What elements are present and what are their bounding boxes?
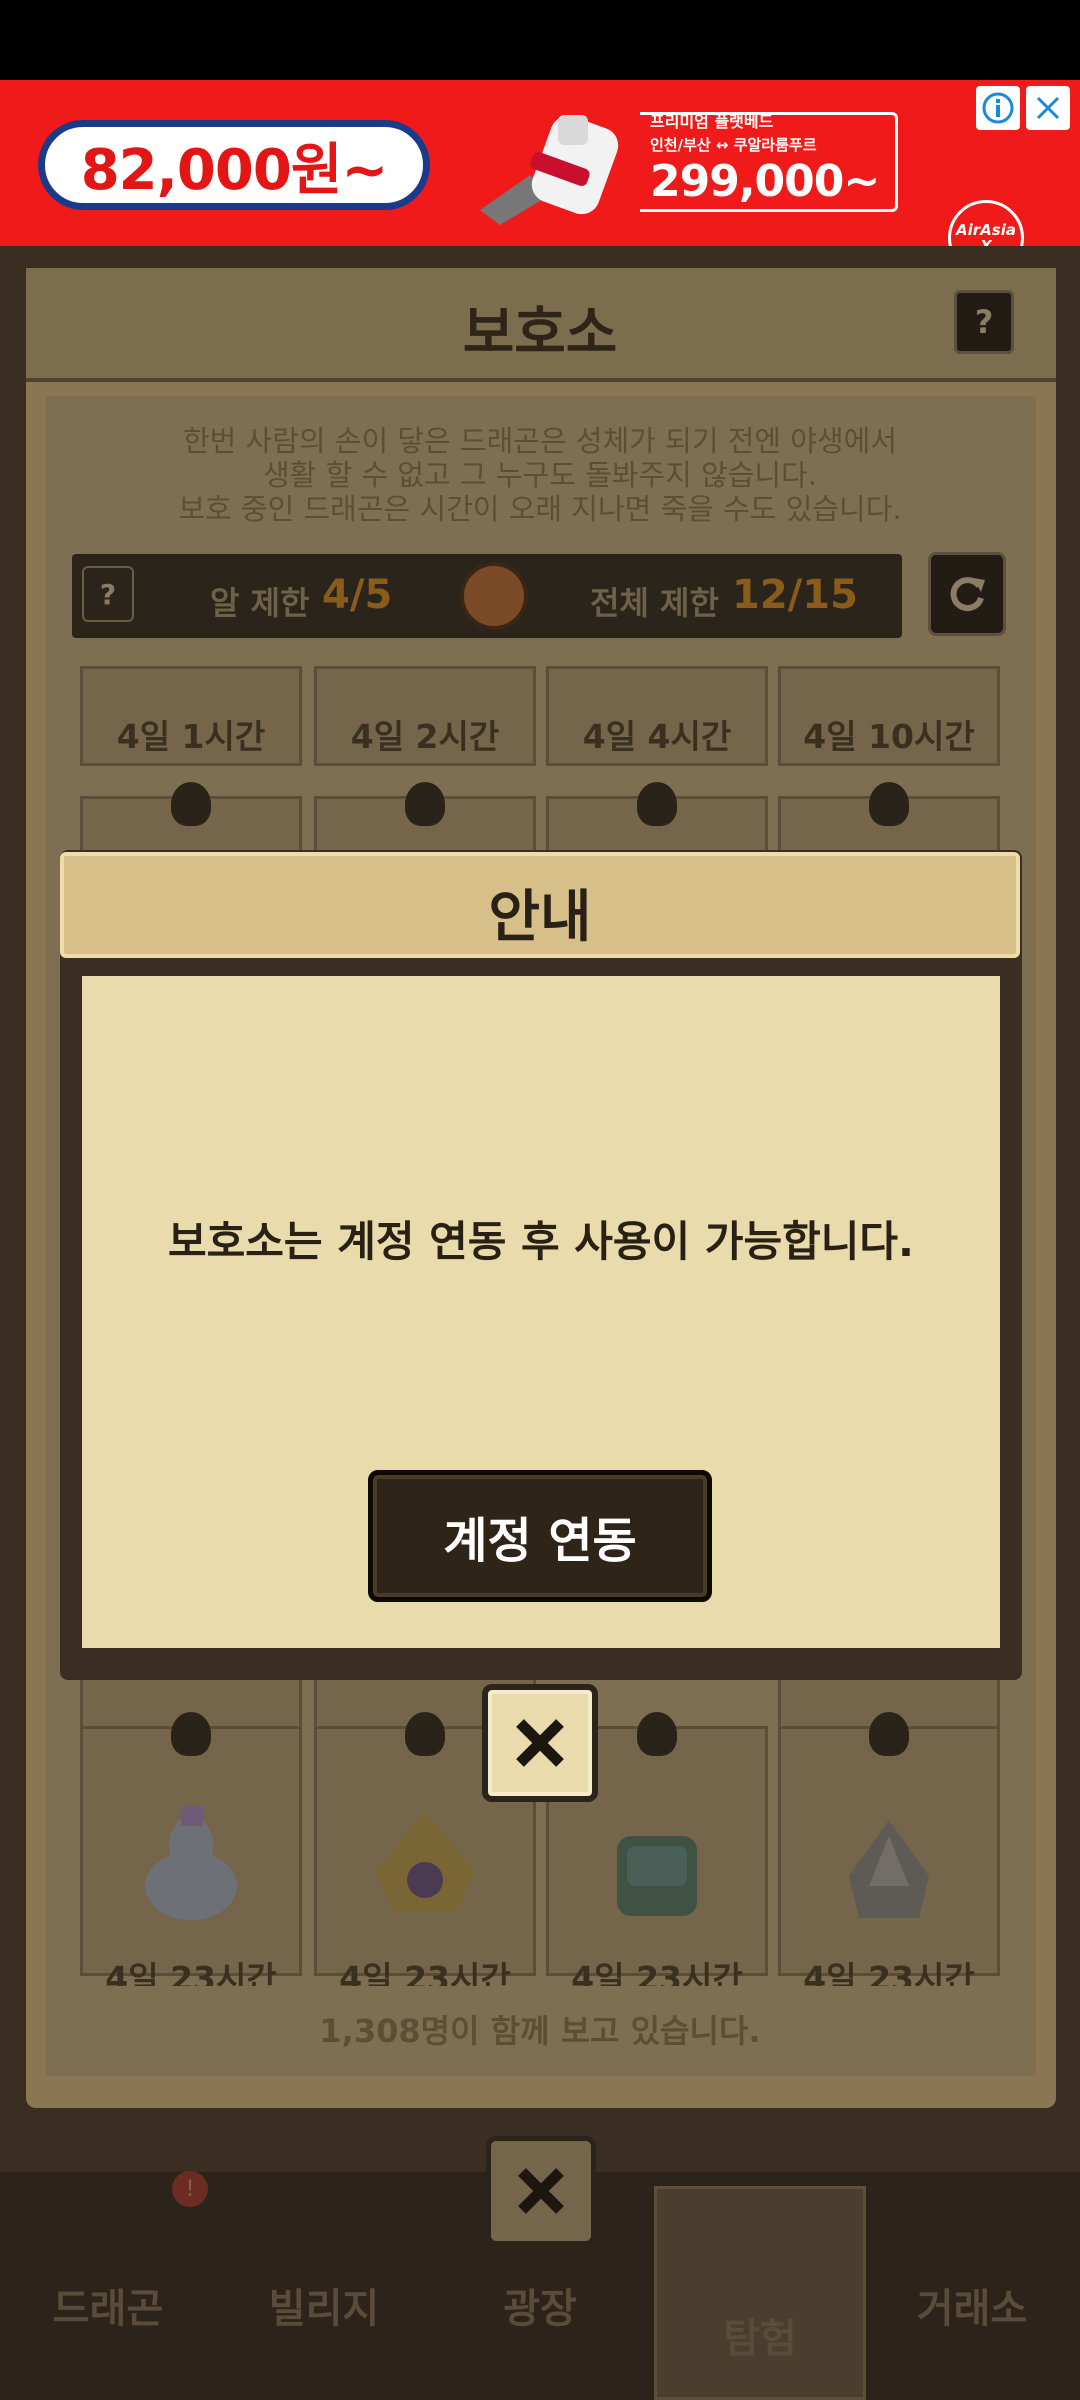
dragon-golden-icon xyxy=(375,1812,475,1912)
dragon-card-time: 4일 4시간 xyxy=(582,717,732,756)
dragon-green-icon xyxy=(617,1836,697,1916)
egg-limit-value: 4/5 xyxy=(322,572,393,618)
pin-icon xyxy=(869,782,909,826)
shelter-help-button[interactable]: ? xyxy=(954,290,1014,354)
dragon-card-time: 4일 1시간 xyxy=(116,717,266,756)
total-limit-value: 12/15 xyxy=(732,572,858,618)
nav-item-dragon[interactable]: 드래곤 xyxy=(0,2276,216,2334)
dialog-message: 보호소는 계정 연동 후 사용이 가능합니다. xyxy=(168,1217,914,1266)
ad-promo-line1: 프리미엄 플랫베드 xyxy=(650,112,774,131)
ad-promo-line2: 인천/부산 ↔ 쿠알라룸푸르 xyxy=(650,136,817,154)
description-line: 한번 사람의 손이 닿은 드래곤은 성체가 되기 전엔 야생에서 xyxy=(182,424,898,458)
pin-icon xyxy=(405,782,445,826)
close-icon[interactable] xyxy=(1026,86,1070,130)
dragon-card-time: 4일 2시간 xyxy=(350,717,500,756)
refresh-icon[interactable] xyxy=(928,552,1006,636)
close-icon[interactable] xyxy=(486,2136,596,2246)
nav-item-exchange[interactable]: 거래소 xyxy=(864,2276,1080,2334)
description-line: 보호 중인 드래곤은 시간이 오래 지나면 죽을 수도 있습니다. xyxy=(178,492,902,526)
nav-item-explore[interactable]: 탐험 xyxy=(652,2306,868,2364)
shelter-description: 한번 사람의 손이 닿은 드래곤은 성체가 되기 전엔 야생에서 생활 할 수 … xyxy=(80,424,1000,526)
pin-icon xyxy=(637,1712,677,1756)
pin-icon xyxy=(637,782,677,826)
notification-badge: ! xyxy=(172,2171,208,2207)
dragon-card-time: 4일 23시간 xyxy=(571,1959,743,1986)
pin-icon xyxy=(869,1712,909,1756)
total-limit-label: 전체 제한 xyxy=(590,584,719,622)
description-line: 생활 할 수 없고 그 누구도 돌봐주지 않습니다. xyxy=(263,458,817,492)
viewers-count: 1,308명이 함께 보고 있습니다. xyxy=(319,2012,761,2050)
ad-banner[interactable]: 82,000원~ 프리미엄 플랫베드 인천/부산 ↔ 쿠알라룸푸르 299,00… xyxy=(0,80,1080,276)
egg-limit-label: 알 제한 xyxy=(210,584,310,622)
pin-icon xyxy=(171,1712,211,1756)
nav-item-plaza[interactable]: 광장 xyxy=(432,2276,648,2334)
dragon-card-time: 4일 23시간 xyxy=(803,1959,975,1986)
pin-icon xyxy=(171,782,211,826)
dragon-card-time: 4일 10시간 xyxy=(803,717,975,756)
dragon-egg-icon xyxy=(460,562,528,630)
shelter-title: 보호소 xyxy=(462,301,618,366)
limit-help-button[interactable]: ? xyxy=(82,566,134,622)
dragon-stone-icon xyxy=(849,1820,929,1918)
account-link-button[interactable]: 계정 연동 xyxy=(368,1470,712,1602)
info-icon[interactable] xyxy=(976,86,1020,130)
close-icon[interactable] xyxy=(482,1684,598,1802)
airline-seat-image xyxy=(480,115,619,225)
ad-price-pill[interactable]: 82,000원~ xyxy=(38,120,430,210)
dialog-title: 안내 xyxy=(488,885,592,950)
dragon-card-time: 4일 23시간 xyxy=(105,1959,277,1986)
nav-item-village[interactable]: 빌리지 xyxy=(216,2276,432,2334)
dragon-egg-ghost-icon xyxy=(145,1806,237,1920)
pin-icon xyxy=(405,1712,445,1756)
nav-active-highlight xyxy=(654,2186,866,2400)
dragon-card-time: 4일 23시간 xyxy=(339,1959,511,1986)
ad-promo-price: 299,000~ xyxy=(650,156,880,207)
